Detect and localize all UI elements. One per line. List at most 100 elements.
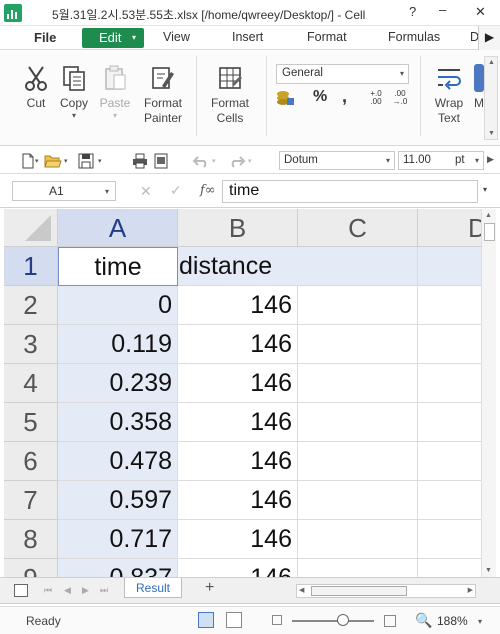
open-folder-icon[interactable]	[44, 153, 62, 169]
toolbar-more-button[interactable]: ▶	[487, 154, 494, 165]
page-layout-view-icon[interactable]	[226, 612, 242, 628]
copy-button[interactable]: Copy ▾	[55, 64, 93, 120]
row-header[interactable]: 7	[4, 481, 58, 520]
cancel-edit-icon[interactable]: ✕	[140, 183, 152, 200]
cell-b[interactable]: 146	[178, 520, 298, 559]
minimize-button[interactable]: –	[439, 2, 446, 17]
scroll-up-icon[interactable]: ▲	[485, 212, 492, 219]
percent-button[interactable]: %	[313, 88, 327, 106]
horizontal-scrollbar[interactable]: ◀ ▶	[296, 584, 476, 598]
zoom-level[interactable]: 188%	[437, 614, 468, 628]
zoom-slider-knob[interactable]	[337, 614, 349, 626]
scroll-left-icon[interactable]: ◀	[299, 586, 304, 594]
cell-a[interactable]: 0.358	[58, 403, 178, 442]
chevron-down-icon[interactable]: ▾	[248, 157, 252, 165]
comma-button[interactable]: ,	[342, 86, 347, 107]
last-sheet-icon[interactable]: ⏭	[100, 585, 108, 596]
cell-b[interactable]: 146	[178, 481, 298, 520]
row-header[interactable]: 4	[4, 364, 58, 403]
cell-b[interactable]: distance	[178, 247, 298, 286]
cell-c[interactable]	[298, 325, 418, 364]
cell-c[interactable]	[298, 403, 418, 442]
cell-c[interactable]	[298, 559, 418, 577]
cell-a[interactable]: 0.239	[58, 364, 178, 403]
menu-file[interactable]: File	[34, 30, 56, 45]
scroll-thumb[interactable]	[311, 586, 407, 596]
normal-view-icon[interactable]	[198, 612, 214, 628]
chevron-down-icon[interactable]: ▾	[478, 617, 482, 626]
formula-input[interactable]: time	[222, 180, 478, 203]
menu-insert[interactable]: Insert	[232, 30, 263, 44]
menu-format[interactable]: Format	[307, 30, 347, 44]
menu-view[interactable]: View	[163, 30, 190, 44]
cell-a[interactable]: 0.119	[58, 325, 178, 364]
new-document-icon[interactable]	[20, 153, 36, 169]
scroll-thumb[interactable]	[484, 223, 495, 241]
cell-d[interactable]	[418, 403, 481, 442]
cell-b[interactable]: 146	[178, 364, 298, 403]
menu-edit[interactable]: Edit ▾	[82, 28, 144, 48]
column-header-a[interactable]: A	[58, 209, 178, 247]
menu-formulas[interactable]: Formulas	[388, 30, 440, 44]
cell-a[interactable]: time	[58, 247, 178, 286]
undo-icon[interactable]	[192, 153, 208, 169]
cell-c[interactable]	[298, 364, 418, 403]
menu-more-button[interactable]: ▶	[478, 26, 500, 50]
row-header[interactable]: 2	[4, 286, 58, 325]
column-header-c[interactable]: C	[298, 209, 418, 247]
zoom-slider[interactable]	[292, 620, 374, 622]
zoom-out-icon[interactable]	[272, 615, 282, 625]
row-header[interactable]: 3	[4, 325, 58, 364]
sheet-list-icon[interactable]	[14, 584, 28, 597]
print-icon[interactable]	[132, 153, 148, 169]
column-header-b[interactable]: B	[178, 209, 298, 247]
cell-b[interactable]: 146	[178, 325, 298, 364]
row-header[interactable]: 1	[4, 247, 58, 286]
scroll-up-icon[interactable]: ▲	[488, 59, 495, 66]
close-button[interactable]: ✕	[475, 4, 486, 20]
select-all-corner[interactable]	[4, 209, 58, 247]
expand-formula-icon[interactable]: ▾	[483, 185, 487, 194]
name-box[interactable]: A1 ▾	[12, 181, 116, 201]
wrap-text-button[interactable]: Wrap Text	[428, 64, 470, 126]
chevron-down-icon[interactable]: ▾	[64, 157, 68, 165]
cell-d[interactable]	[418, 481, 481, 520]
cell-c[interactable]	[298, 520, 418, 559]
increase-decimal-button[interactable]: +.0 .00	[366, 90, 386, 106]
print-preview-icon[interactable]	[153, 153, 169, 169]
sheet-tab-result[interactable]: Result	[124, 578, 182, 598]
cell-d[interactable]	[418, 442, 481, 481]
cell-a[interactable]: 0.597	[58, 481, 178, 520]
prev-sheet-icon[interactable]: ◀	[64, 585, 71, 596]
save-icon[interactable]	[78, 153, 94, 169]
paste-button[interactable]: Paste ▾	[96, 64, 134, 120]
row-header[interactable]: 8	[4, 520, 58, 559]
chevron-down-icon[interactable]: ▾	[35, 157, 39, 165]
cell-d[interactable]	[418, 520, 481, 559]
zoom-in-icon[interactable]	[384, 615, 396, 627]
number-format-select[interactable]: General ▾	[276, 64, 409, 84]
add-sheet-button[interactable]: +	[205, 579, 214, 597]
cell-a[interactable]: 0	[58, 286, 178, 325]
row-header[interactable]: 5	[4, 403, 58, 442]
scroll-right-icon[interactable]: ▶	[468, 586, 473, 594]
next-sheet-icon[interactable]: ▶	[82, 585, 89, 596]
cut-button[interactable]: Cut	[16, 64, 56, 111]
cell-d[interactable]	[418, 286, 481, 325]
scroll-down-icon[interactable]: ▼	[488, 130, 495, 137]
cell-b[interactable]: 146	[178, 559, 298, 577]
cell-b[interactable]: 146	[178, 442, 298, 481]
row-header[interactable]: 9	[4, 559, 58, 577]
cell-d[interactable]	[418, 325, 481, 364]
chevron-down-icon[interactable]: ▾	[212, 157, 216, 165]
ribbon-scrollbar[interactable]: ▲ ▼	[484, 56, 498, 140]
chevron-down-icon[interactable]: ▾	[98, 157, 102, 165]
cell-a[interactable]: 0.717	[58, 520, 178, 559]
scroll-down-icon[interactable]: ▼	[485, 567, 492, 574]
format-painter-button[interactable]: Format Painter	[139, 64, 187, 126]
cell-a[interactable]: 0.478	[58, 442, 178, 481]
cell-a[interactable]: 0.837	[58, 559, 178, 577]
cell-c[interactable]	[298, 442, 418, 481]
cell-b[interactable]: 146	[178, 286, 298, 325]
font-size-select[interactable]: 11.00 pt ▾	[398, 151, 484, 170]
